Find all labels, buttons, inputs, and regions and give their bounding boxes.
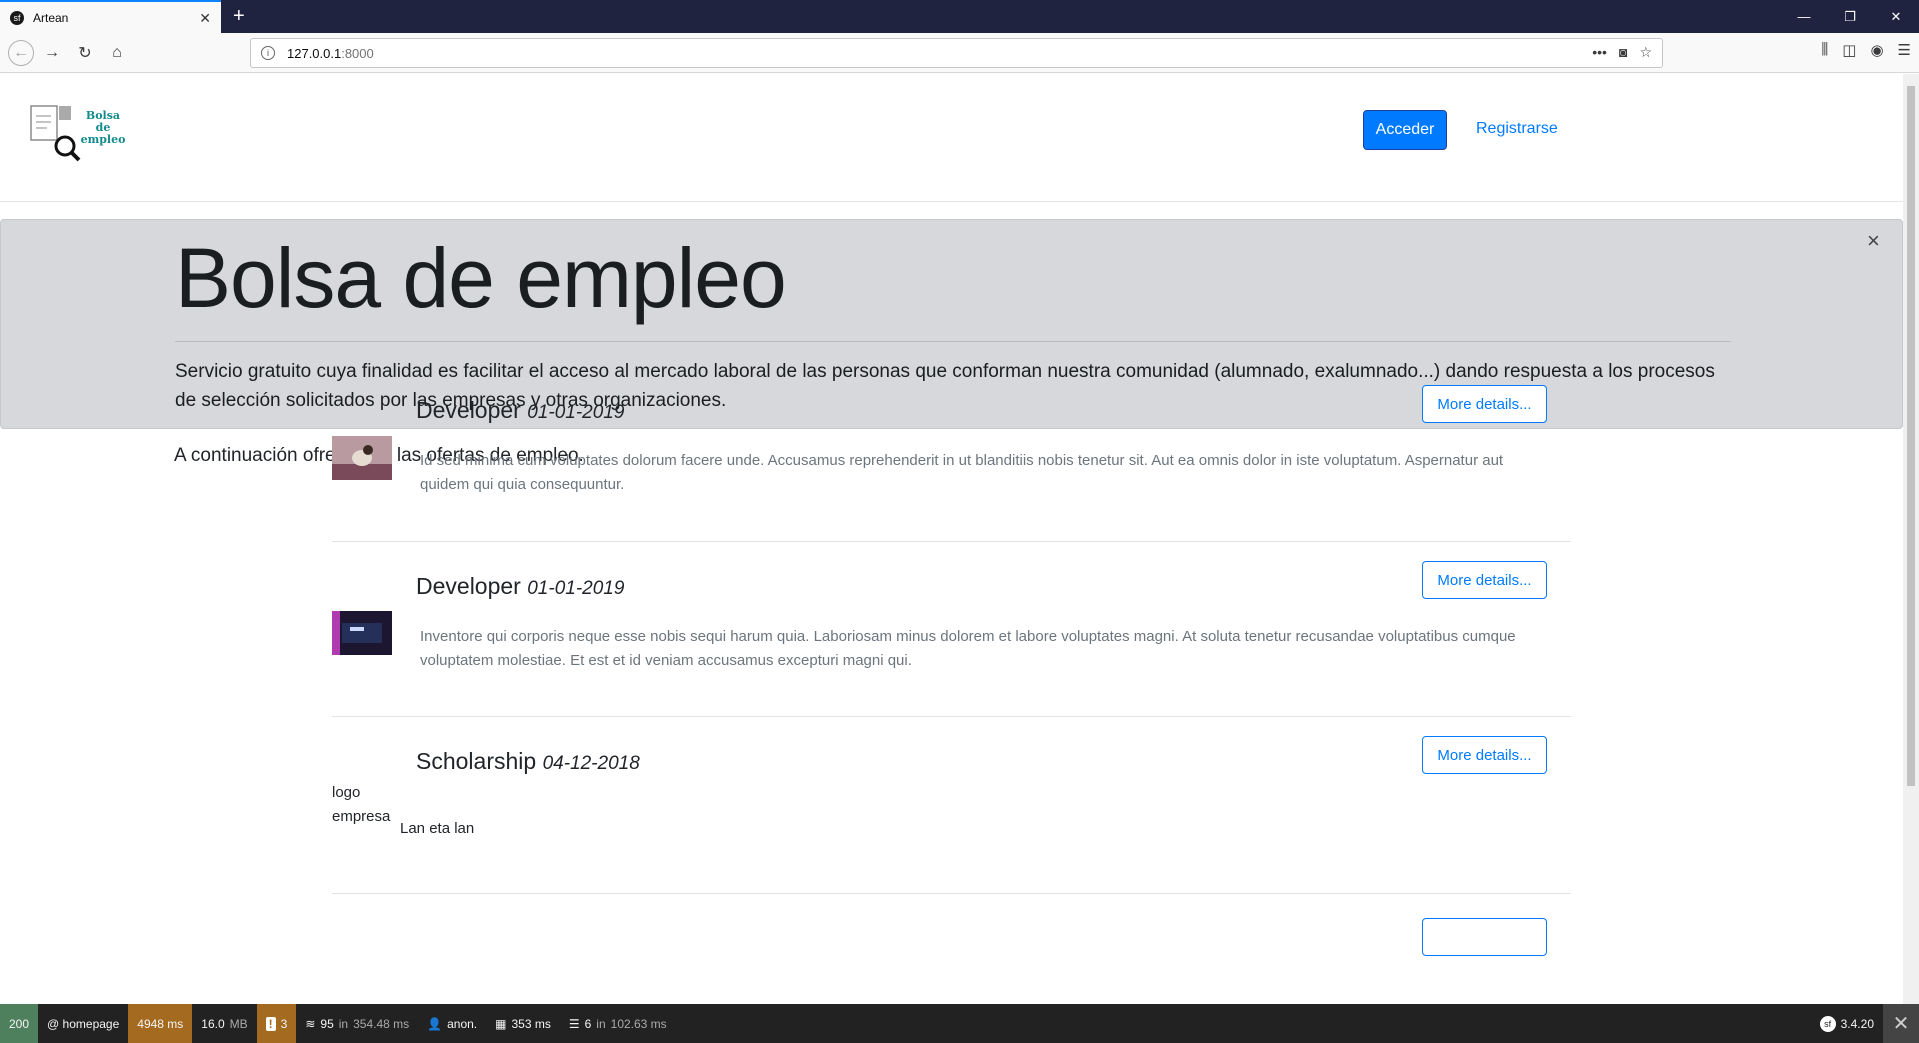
jumbotron-divider [175, 341, 1731, 342]
browser-tab[interactable]: sf Artean ✕ [0, 0, 221, 33]
warning-icon: ! [265, 1016, 276, 1031]
browser-nav-bar: ← → ↻ ⌂ i 127.0.0.1:8000 ••• ◙ ☆ ⫼ ◫ ◉ ☰ [0, 33, 1919, 73]
window-controls: — ❐ ✕ [1781, 0, 1919, 33]
minimize-icon[interactable]: — [1781, 0, 1827, 33]
page-actions-ellipsis-icon[interactable]: ••• [1592, 44, 1607, 61]
offer-description: Id sed minima cum voluptates dolorum fac… [420, 452, 1504, 493]
back-arrow-icon[interactable]: ← [8, 40, 34, 66]
url-text: 127.0.0.1:8000 [287, 45, 374, 61]
symfony-logo-icon: sf [1819, 1015, 1836, 1032]
bookmark-star-icon[interactable]: ☆ [1639, 44, 1652, 61]
register-link[interactable]: Registrarse [1476, 120, 1558, 138]
more-details-button[interactable]: More details... [1422, 385, 1547, 423]
offer-title: Developer 01-01-2019 [416, 573, 625, 599]
offer-title: Scholarship 04-12-2018 [416, 748, 640, 774]
reload-icon[interactable]: ↻ [73, 41, 97, 65]
offer-description: Lan eta lan [400, 820, 475, 837]
sidebar-icon[interactable]: ◫ [1842, 41, 1856, 59]
account-icon[interactable]: ◉ [1870, 41, 1883, 59]
more-details-button[interactable]: More details... [1422, 561, 1547, 599]
pocket-icon[interactable]: ◙ [1619, 44, 1627, 61]
database-panel[interactable]: ☰ 6 in 102.63 ms [560, 1004, 676, 1043]
events-panel[interactable]: ≋ 95 in 354.48 ms [296, 1004, 418, 1043]
security-panel[interactable]: 👤 anon. [418, 1004, 486, 1043]
page-scrollbar[interactable] [1903, 74, 1919, 1004]
offer-item: Scholarship 04-12-2018 logo empresa Lan e… [332, 736, 1571, 894]
page-title: Bolsa de empleo [175, 231, 787, 325]
url-bar-actions: ••• ◙ ☆ [1592, 44, 1652, 61]
toolbar-right-section: sf 3.4.20 ✕ [1811, 1004, 1919, 1043]
logo-text: Bolsa de empleo [80, 109, 126, 146]
library-icon[interactable]: ⫼ [1821, 41, 1828, 59]
alert-close-icon[interactable]: × [1867, 228, 1880, 254]
toolbar-close-icon[interactable]: ✕ [1883, 1004, 1919, 1043]
page-viewport: Bolsa de empleo Acceder Registrarse Bolsa… [0, 74, 1903, 1004]
route-name[interactable]: @ homepage [38, 1004, 128, 1043]
tab-close-icon[interactable]: ✕ [199, 10, 211, 27]
restore-icon[interactable]: ❐ [1827, 0, 1873, 33]
more-details-button[interactable]: More details... [1422, 736, 1547, 774]
company-logo-alt-text: logo empresa [332, 784, 391, 825]
offer-title: Developer 01-01-2019 [416, 397, 625, 423]
window-close-icon[interactable]: ✕ [1873, 0, 1919, 33]
site-info-icon[interactable]: i [261, 46, 275, 60]
symfony-debug-toolbar: 200 @ homepage 4948 ms 16.0 MB ! 3 ≋ 95 in 35… [0, 1004, 1919, 1043]
url-bar[interactable]: i 127.0.0.1:8000 ••• ◙ ☆ [250, 38, 1663, 68]
symfony-version[interactable]: sf 3.4.20 [1811, 1004, 1883, 1043]
layers-icon: ≋ [305, 1016, 316, 1031]
request-time[interactable]: 4948 ms [128, 1004, 193, 1043]
tab-title: Artean [33, 10, 69, 25]
symfony-favicon-icon: sf [10, 10, 24, 25]
browser-tab-bar: sf Artean ✕ + — ❐ ✕ [0, 0, 1919, 33]
offer-item: Developer 01-01-2019 Id sed minima cum v… [332, 385, 1571, 542]
database-icon: ☰ [568, 1016, 580, 1031]
user-icon: 👤 [427, 1016, 443, 1031]
forward-arrow-icon[interactable]: → [40, 41, 64, 65]
offer-item: Developer 01-01-2019 Inventore qui corpo… [332, 561, 1571, 717]
offer-thumbnail-dark-image [332, 611, 392, 655]
scrollbar-thumb[interactable] [1907, 86, 1915, 786]
home-icon[interactable]: ⌂ [105, 41, 129, 65]
site-header: Bolsa de empleo Acceder Registrarse [0, 74, 1903, 202]
warnings-counter[interactable]: ! 3 [256, 1004, 297, 1043]
menu-hamburger-icon[interactable]: ☰ [1898, 41, 1911, 59]
twig-panel[interactable]: ▦ 353 ms [486, 1004, 560, 1043]
twig-icon: ▦ [495, 1016, 507, 1031]
offer-item-partial [332, 918, 1571, 1003]
more-details-button[interactable] [1422, 918, 1547, 956]
offer-description: Inventore qui corporis neque esse nobis … [420, 628, 1516, 669]
new-tab-plus-icon[interactable]: + [233, 4, 245, 28]
login-button[interactable]: Acceder [1363, 110, 1447, 150]
status-code-badge[interactable]: 200 [0, 1004, 39, 1043]
site-logo[interactable]: Bolsa de empleo [29, 100, 129, 164]
memory-usage[interactable]: 16.0 MB [192, 1004, 256, 1043]
offer-thumbnail-cat-image [332, 436, 392, 480]
toolbar-right: ⫼ ◫ ◉ ☰ [1821, 41, 1911, 59]
